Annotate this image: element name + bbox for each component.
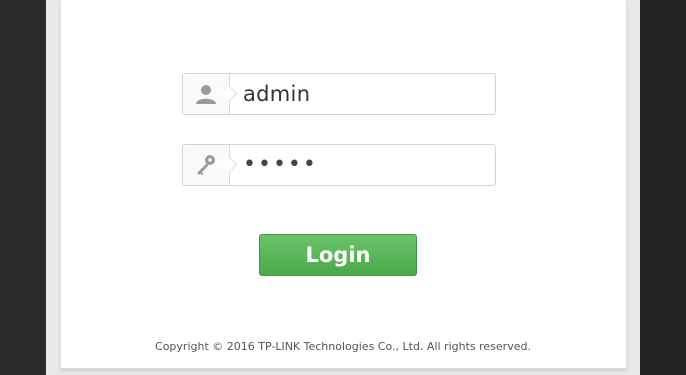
password-icon-box: [183, 145, 230, 185]
password-field[interactable]: •••••: [182, 144, 496, 186]
username-icon-box: [183, 74, 230, 114]
username-field[interactable]: admin: [182, 73, 496, 115]
username-input[interactable]: admin: [243, 74, 310, 114]
key-icon: [197, 155, 215, 175]
browser-screen: admin ••••• Login Copyright © 2016 TP-LI…: [0, 0, 686, 375]
password-input[interactable]: •••••: [243, 145, 318, 185]
user-icon: [196, 85, 216, 104]
right-margin: [640, 0, 686, 375]
login-button[interactable]: Login: [259, 234, 417, 276]
left-margin: [0, 0, 46, 375]
copyright-text: Copyright © 2016 TP-LINK Technologies Co…: [155, 340, 531, 353]
